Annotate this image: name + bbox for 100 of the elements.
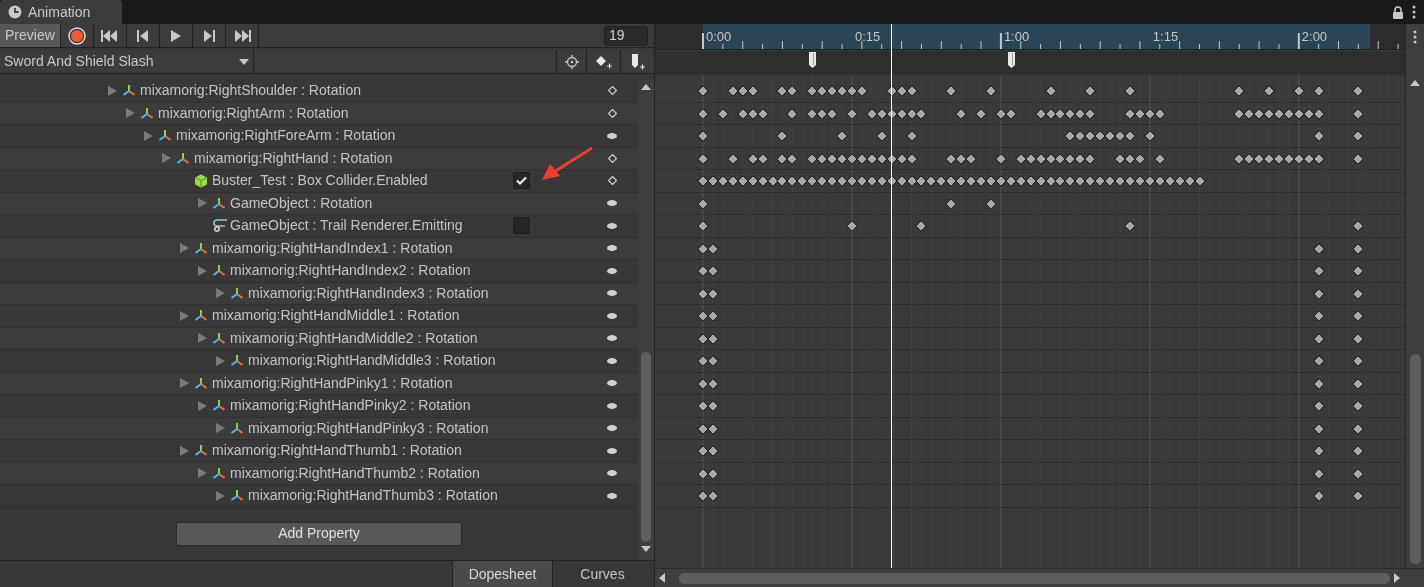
keyframe[interactable] [826, 175, 839, 187]
keyframe-dash-icon[interactable] [607, 425, 617, 432]
keyframe[interactable] [706, 422, 719, 435]
keyframe[interactable] [1074, 175, 1087, 187]
expand-arrow-icon[interactable] [180, 378, 189, 389]
keyframe[interactable] [955, 152, 968, 165]
keyframe[interactable] [776, 152, 789, 165]
keyframe[interactable] [865, 152, 878, 165]
keyframe[interactable] [1352, 355, 1365, 367]
keyframe[interactable] [1352, 332, 1365, 345]
keyframe[interactable] [1312, 377, 1325, 390]
expand-arrow-icon[interactable] [180, 310, 189, 321]
keyframe[interactable] [746, 152, 759, 165]
keyframe[interactable] [736, 175, 749, 187]
keyframe[interactable] [885, 85, 898, 97]
keyframe[interactable] [855, 85, 868, 97]
keyframe[interactable] [726, 175, 739, 187]
keyframe[interactable] [697, 107, 709, 120]
keyframe[interactable] [1104, 175, 1117, 187]
keyframe[interactable] [1312, 332, 1325, 345]
keyframe[interactable] [935, 175, 948, 187]
keyframe[interactable] [716, 175, 729, 187]
keyframe[interactable] [706, 467, 719, 480]
expand-arrow-icon[interactable] [198, 468, 207, 479]
keyframe[interactable] [697, 355, 709, 367]
keyframe[interactable] [1312, 310, 1325, 322]
keyframe-dash-icon[interactable] [607, 312, 617, 319]
keyframe[interactable] [875, 175, 888, 187]
keyframe[interactable] [1352, 130, 1365, 142]
keyframe[interactable] [697, 242, 709, 255]
property-name[interactable]: mixamorig:RightHandMiddle1 : Rotation [212, 305, 460, 327]
keyframe[interactable] [1352, 422, 1365, 435]
keyframe[interactable] [786, 175, 799, 187]
keyframe[interactable] [726, 85, 739, 97]
keyframe[interactable] [945, 152, 958, 165]
keyframe[interactable] [736, 107, 749, 120]
keyframe[interactable] [1272, 152, 1285, 165]
keyframe[interactable] [1243, 107, 1256, 120]
keyframe[interactable] [955, 175, 968, 187]
keyframe[interactable] [1044, 175, 1057, 187]
keyframe[interactable] [1312, 355, 1325, 367]
keyframe[interactable] [1124, 130, 1136, 142]
keyframe[interactable] [1143, 175, 1156, 187]
keyframe[interactable] [1054, 175, 1067, 187]
keyframe[interactable] [1014, 175, 1027, 187]
keyframe[interactable] [1054, 152, 1067, 165]
keyframe[interactable] [1312, 265, 1325, 277]
keyframe[interactable] [1243, 152, 1256, 165]
keyframe[interactable] [1084, 107, 1097, 120]
keyframe[interactable] [776, 175, 789, 187]
keyframe[interactable] [1114, 175, 1127, 187]
keyframe[interactable] [1124, 107, 1136, 120]
keyframe[interactable] [706, 332, 719, 345]
keyframe[interactable] [1064, 130, 1077, 142]
keyframe[interactable] [905, 130, 918, 142]
keyframe[interactable] [1233, 152, 1246, 165]
keyframe[interactable] [915, 107, 928, 120]
keyframe[interactable] [845, 85, 858, 97]
keyframe[interactable] [826, 85, 839, 97]
keyframe[interactable] [1074, 152, 1087, 165]
keyframe[interactable] [1094, 130, 1107, 142]
keyframe[interactable] [1064, 107, 1077, 120]
keyframe[interactable] [1312, 490, 1325, 502]
keyframe-dash-icon[interactable] [607, 380, 617, 387]
keyframe[interactable] [1352, 152, 1365, 165]
keyframe[interactable] [845, 152, 858, 165]
expand-arrow-icon[interactable] [216, 288, 225, 299]
scroll-down-icon[interactable] [641, 546, 651, 552]
property-name[interactable]: mixamorig:RightHandThumb1 : Rotation [212, 440, 462, 462]
view-tab[interactable]: Dopesheet [452, 561, 552, 587]
keyframe[interactable] [915, 220, 928, 232]
keyframe[interactable] [1312, 152, 1325, 165]
keyframe[interactable] [1272, 107, 1285, 120]
keyframe-dash-icon[interactable] [607, 447, 617, 454]
keyframe[interactable] [736, 85, 749, 97]
keyframe[interactable] [1074, 107, 1087, 120]
keyframe[interactable] [1034, 175, 1047, 187]
keyframe[interactable] [1124, 220, 1136, 232]
keyframe[interactable] [706, 242, 719, 255]
lock-icon[interactable] [1392, 5, 1404, 19]
keyframe[interactable] [697, 377, 709, 390]
expand-arrow-icon[interactable] [162, 153, 171, 164]
keyframe[interactable] [697, 422, 709, 435]
keyframe[interactable] [806, 107, 819, 120]
keyframe[interactable] [1034, 107, 1047, 120]
keyframe[interactable] [1352, 377, 1365, 390]
keyframe[interactable] [1084, 130, 1097, 142]
keyframe[interactable] [875, 107, 888, 120]
keyframe[interactable] [697, 85, 709, 97]
keyframe[interactable] [776, 130, 789, 142]
horizontal-scrollbar[interactable] [655, 568, 1424, 587]
keyframe-diamond-icon[interactable] [607, 153, 617, 163]
keyframe[interactable] [786, 152, 799, 165]
keyframe[interactable] [806, 85, 819, 97]
scrollbar-thumb[interactable] [641, 352, 651, 542]
keyframe[interactable] [1153, 107, 1166, 120]
keyframe[interactable] [1124, 175, 1136, 187]
keyframe[interactable] [855, 152, 868, 165]
keyframe[interactable] [875, 130, 888, 142]
keyframe[interactable] [706, 287, 719, 300]
